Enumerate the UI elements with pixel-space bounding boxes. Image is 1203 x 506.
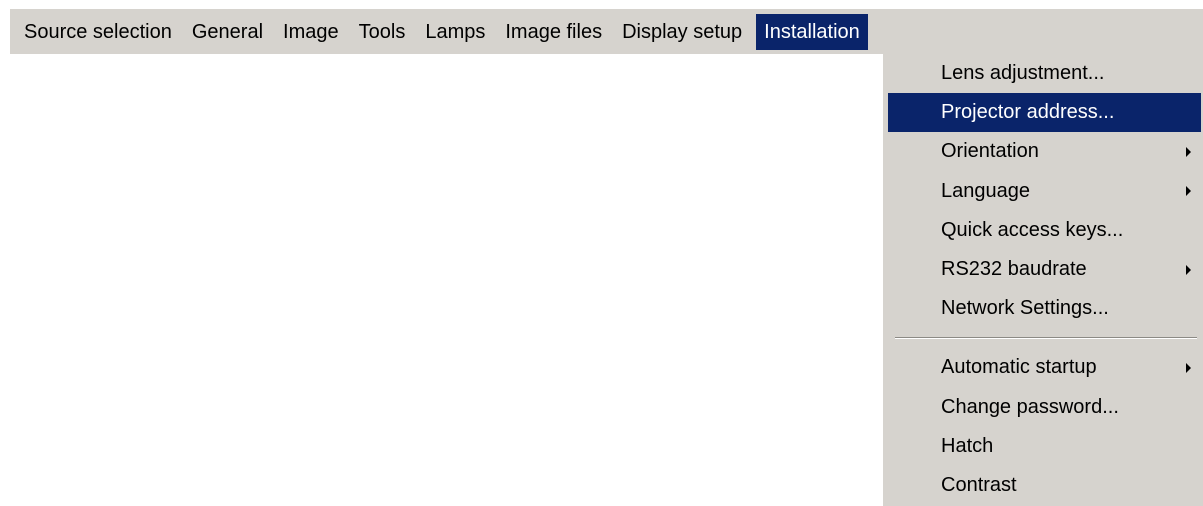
- menu-display-setup[interactable]: Display setup: [614, 14, 750, 50]
- menu-item-rs232-baudrate[interactable]: RS232 baudrate: [883, 250, 1203, 289]
- menu-item-label: Network Settings...: [941, 297, 1109, 320]
- menu-item-label: Automatic startup: [941, 356, 1097, 379]
- menu-source-selection[interactable]: Source selection: [16, 14, 180, 50]
- menu-item-label: RS232 baudrate: [941, 257, 1087, 280]
- menu-item-lens-adjustment[interactable]: Lens adjustment...: [883, 54, 1203, 93]
- submenu-arrow-icon: [1186, 362, 1191, 373]
- menu-separator: [895, 337, 1197, 340]
- menu-item-label: Hatch: [941, 434, 994, 457]
- menu-item-label: Lens adjustment...: [941, 62, 1105, 84]
- menu-image-files[interactable]: Image files: [497, 14, 610, 50]
- menu-item-label: Contrast: [941, 473, 1017, 496]
- menu-item-hatch[interactable]: Hatch: [883, 427, 1203, 466]
- menu-item-quick-access-keys[interactable]: Quick access keys...: [883, 211, 1203, 250]
- menu-lamps[interactable]: Lamps: [417, 14, 493, 50]
- menu-item-orientation[interactable]: Orientation: [883, 132, 1203, 171]
- menu-image[interactable]: Image: [275, 14, 347, 50]
- submenu-arrow-icon: [1186, 146, 1191, 157]
- menu-item-change-password[interactable]: Change password...: [883, 388, 1203, 427]
- installation-dropdown-menu: Lens adjustment... Projector address... …: [882, 54, 1203, 506]
- menu-general[interactable]: General: [184, 14, 271, 50]
- menu-item-contrast[interactable]: Contrast: [883, 466, 1203, 505]
- menu-item-label: Quick access keys...: [941, 218, 1124, 241]
- submenu-arrow-icon: [1186, 186, 1191, 197]
- menu-item-network-settings[interactable]: Network Settings...: [883, 289, 1203, 328]
- menu-item-label: Language: [941, 179, 1030, 202]
- menu-item-automatic-startup[interactable]: Automatic startup: [883, 348, 1203, 387]
- menu-installation[interactable]: Installation: [756, 13, 868, 50]
- menu-item-label: Projector address...: [941, 101, 1115, 124]
- menu-tools[interactable]: Tools: [351, 14, 414, 50]
- menu-item-label: Orientation: [941, 140, 1039, 163]
- menu-bar: Source selection General Image Tools Lam…: [10, 9, 1203, 54]
- submenu-arrow-icon: [1186, 264, 1191, 275]
- menu-item-language[interactable]: Language: [883, 172, 1203, 211]
- menu-item-label: Change password...: [941, 395, 1119, 418]
- menu-item-projector-address[interactable]: Projector address...: [888, 93, 1201, 133]
